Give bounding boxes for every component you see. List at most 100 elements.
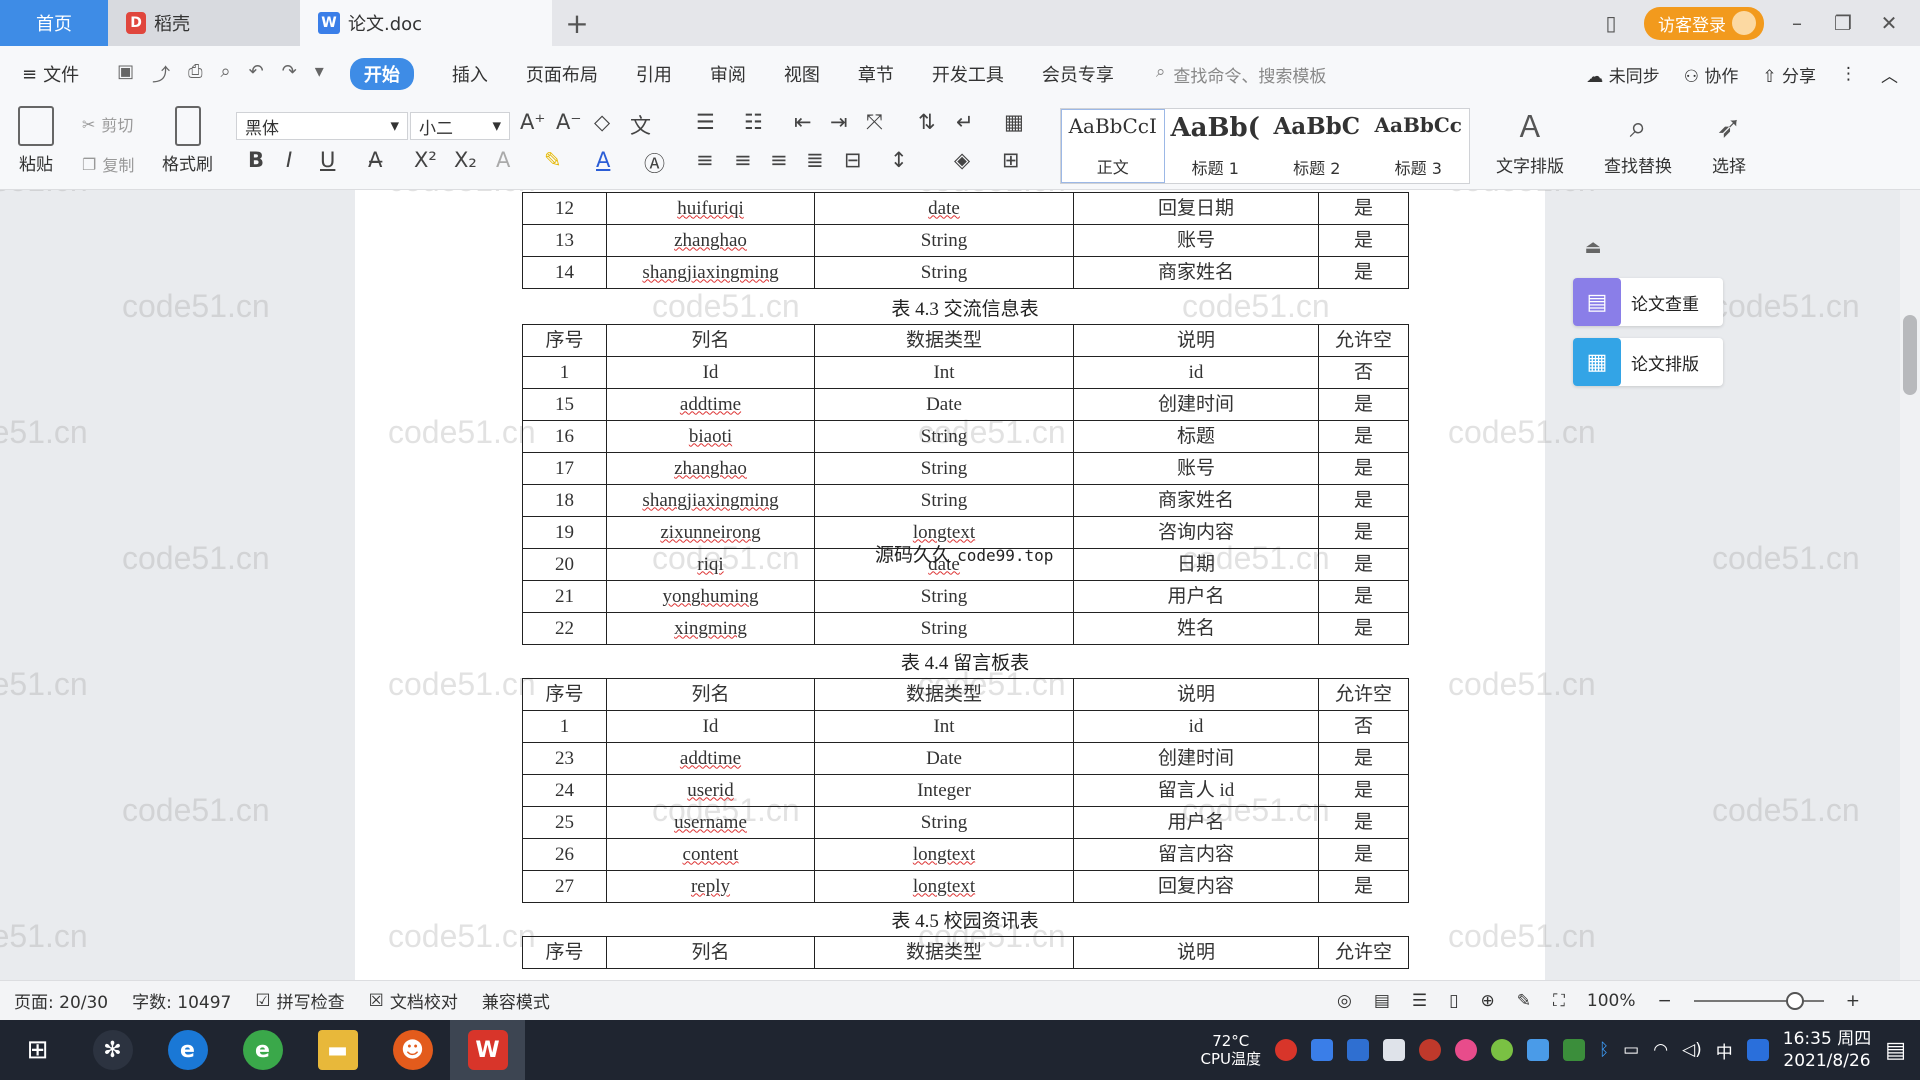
shrink-font-icon[interactable]: A⁻ <box>556 110 581 134</box>
align-center-icon[interactable]: ≡ <box>734 148 752 172</box>
tray-app-icon[interactable] <box>1274 1039 1297 1061</box>
tray-game-icon[interactable] <box>1418 1039 1441 1061</box>
font-select[interactable]: 黑体 ▾ <box>236 112 408 140</box>
superscript-icon[interactable]: X² <box>414 148 437 172</box>
table-cell[interactable]: Int <box>814 356 1074 389</box>
table-cell[interactable]: 否 <box>1318 710 1409 743</box>
strikethrough-icon[interactable]: A̶ <box>368 148 382 172</box>
table-cell[interactable]: 是 <box>1318 452 1409 485</box>
table-cell[interactable]: 回复日期 <box>1073 192 1319 225</box>
table-cell[interactable]: 是 <box>1318 870 1409 903</box>
redo-icon[interactable]: ↷ <box>282 61 297 87</box>
table-cell[interactable]: 14 <box>522 256 607 289</box>
spell-check-button[interactable]: ☑ 拼写检查 <box>255 988 344 1014</box>
justify-icon[interactable]: ≣ <box>806 148 824 172</box>
table-header-cell[interactable]: 允许空 <box>1318 936 1409 969</box>
outline-view-icon[interactable]: ☰ <box>1412 991 1427 1011</box>
format-painter-button[interactable]: 格式刷 <box>162 106 213 175</box>
table-cell[interactable]: 创建时间 <box>1073 388 1319 421</box>
table-cell[interactable]: 24 <box>522 774 607 807</box>
tab-page-layout[interactable]: 页面布局 <box>526 61 598 87</box>
table-cell[interactable]: String <box>814 580 1074 613</box>
read-view-icon[interactable]: ▯ <box>1449 991 1458 1011</box>
table-cell[interactable]: 是 <box>1318 484 1409 517</box>
zoom-level[interactable]: 100% <box>1587 991 1636 1011</box>
table-cell[interactable]: Integer <box>814 774 1074 807</box>
find-replace-button[interactable]: ⌕ 查找替换 <box>1604 108 1672 177</box>
table-cell[interactable]: 否 <box>1318 356 1409 389</box>
taskbar-app-fan[interactable]: ✻ <box>75 1020 150 1080</box>
table-cell[interactable]: 27 <box>522 870 607 903</box>
table-cell[interactable]: String <box>814 484 1074 517</box>
tab-review[interactable]: 审阅 <box>710 61 746 87</box>
table-cell[interactable]: 姓名 <box>1073 612 1319 645</box>
sync-button[interactable]: ☁ 未同步 <box>1586 62 1659 87</box>
table-cell[interactable]: content <box>606 838 815 871</box>
table-cell[interactable]: 16 <box>522 420 607 453</box>
table-cell[interactable]: String <box>814 224 1074 257</box>
table-cell[interactable]: 12 <box>522 192 607 225</box>
shield-icon[interactable] <box>1346 1039 1369 1061</box>
table-cell[interactable]: 22 <box>522 612 607 645</box>
tray-cloud-icon[interactable] <box>1526 1039 1549 1061</box>
table-cell[interactable]: 账号 <box>1073 224 1319 257</box>
bullet-list-icon[interactable]: ☰ <box>696 110 715 134</box>
wifi-icon[interactable]: ◠ <box>1653 1040 1668 1060</box>
tab-member[interactable]: 会员专享 <box>1042 61 1114 87</box>
paper-layout-button[interactable]: ▦ 论文排版 <box>1573 338 1723 386</box>
file-menu[interactable]: ≡ 文件 <box>22 61 79 87</box>
page-indicator[interactable]: 页面: 20/30 <box>14 988 108 1013</box>
table-cell[interactable]: 商家姓名 <box>1073 484 1319 517</box>
table-cell[interactable]: 是 <box>1318 420 1409 453</box>
table-cell[interactable]: 日期 <box>1073 548 1319 581</box>
taskbar-app-explorer[interactable]: ▬ <box>300 1020 375 1080</box>
table-cell[interactable]: 是 <box>1318 774 1409 807</box>
tray-network-tool-icon[interactable] <box>1310 1039 1333 1061</box>
zoom-slider[interactable] <box>1693 992 1824 1010</box>
style-normal[interactable]: AaBbCcI 正文 <box>1061 109 1165 183</box>
table-cell[interactable]: 15 <box>522 388 607 421</box>
show-marks-icon[interactable]: ↵ <box>956 110 974 134</box>
share-button[interactable]: ⇧ 分享 <box>1762 62 1816 87</box>
export-icon[interactable]: ⤴ <box>152 61 170 87</box>
table-cell[interactable]: 用户名 <box>1073 806 1319 839</box>
tab-view[interactable]: 视图 <box>784 61 820 87</box>
table-insert-icon[interactable]: ▦ <box>1004 110 1024 134</box>
table-cell[interactable]: 21 <box>522 580 607 613</box>
table-cell[interactable]: zhanghao <box>606 224 815 257</box>
notification-icon[interactable]: ▤ <box>1885 1038 1906 1063</box>
table-header-cell[interactable]: 序号 <box>522 324 607 357</box>
chinese-layout-icon[interactable]: ⤧ <box>866 110 883 135</box>
italic-icon[interactable]: I <box>286 148 292 172</box>
battery-icon[interactable]: ▭ <box>1623 1040 1639 1060</box>
taskbar-app-browser[interactable]: e <box>225 1020 300 1080</box>
paste-button[interactable]: 粘贴 <box>18 106 54 175</box>
guest-login-button[interactable]: 访客登录 <box>1644 6 1764 40</box>
table-cell[interactable]: Date <box>814 388 1074 421</box>
table-cell[interactable]: reply <box>606 870 815 903</box>
align-left-icon[interactable]: ≡ <box>696 148 714 172</box>
table-cell[interactable]: 1 <box>522 356 607 389</box>
table-cell[interactable]: riqi <box>606 548 815 581</box>
collab-button[interactable]: ⚇ 协作 <box>1684 62 1739 87</box>
table-cell[interactable]: Date <box>814 742 1074 775</box>
document-area[interactable]: code51.cn code51.cn code51.cn code51.cn code… <box>0 190 1920 980</box>
shading-icon[interactable]: ◈ <box>954 148 970 172</box>
tab-insert[interactable]: 插入 <box>452 61 488 87</box>
copy-button[interactable]: ❐ 复制 <box>82 152 134 176</box>
bluetooth-icon[interactable]: ᛒ <box>1599 1040 1609 1060</box>
font-size-select[interactable]: 小二 ▾ <box>410 112 510 140</box>
volume-icon[interactable]: ◁) <box>1682 1040 1702 1060</box>
table-header-cell[interactable]: 序号 <box>522 936 607 969</box>
style-heading-3[interactable]: AaBbCc 标题 3 <box>1368 109 1470 183</box>
table-cell[interactable]: 留言内容 <box>1073 838 1319 871</box>
sidebar-toggle-icon[interactable]: ▯ <box>1598 11 1624 35</box>
cpu-temp[interactable]: 72°C CPU温度 <box>1200 1032 1261 1068</box>
table-cell[interactable]: username <box>606 806 815 839</box>
tray-nvidia-icon[interactable] <box>1562 1039 1585 1061</box>
table-cell[interactable]: 是 <box>1318 742 1409 775</box>
table-cell[interactable]: longtext <box>814 870 1074 903</box>
table-cell[interactable]: 13 <box>522 224 607 257</box>
table-cell[interactable]: xingming <box>606 612 815 645</box>
table-cell[interactable]: String <box>814 420 1074 453</box>
